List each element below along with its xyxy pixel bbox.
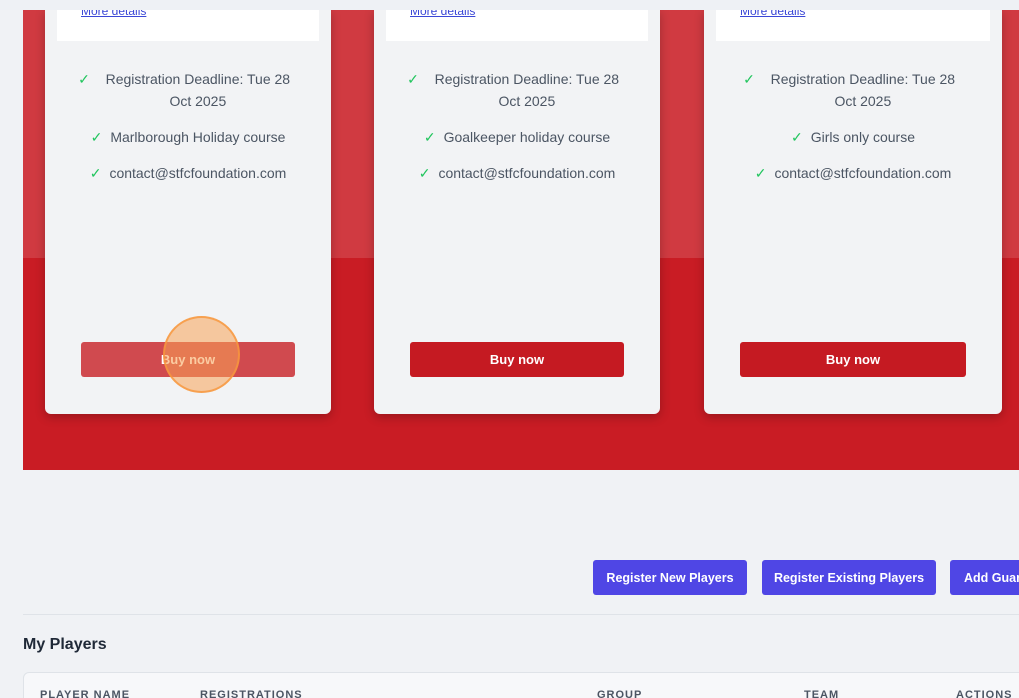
feature-deadline: ✓ Registration Deadline: Tue 28 Oct 2025 [45,68,331,112]
check-icon: ✓ [407,71,419,87]
deadline-text: Registration Deadline: Tue 28 Oct 2025 [434,71,620,109]
click-indicator [163,316,240,393]
description-text: Marlborough Holiday course [110,129,286,145]
check-icon: ✓ [743,71,755,87]
card-header: More details [386,10,648,41]
register-existing-players-button[interactable]: Register Existing Players [762,560,936,595]
feature-deadline: ✓ Registration Deadline: Tue 28 Oct 2025 [704,68,1002,112]
column-header-team[interactable]: TEAM [804,689,839,698]
column-header-player-name[interactable]: PLAYER NAME [40,689,130,698]
card-header: More details [716,10,990,41]
description-text: Girls only course [810,129,915,145]
register-new-players-button[interactable]: Register New Players [593,560,747,595]
page: More details ✓ Registration Deadline: Tu… [0,0,1019,698]
courses-hero: More details ✓ Registration Deadline: Tu… [23,10,1019,470]
check-icon: ✓ [418,165,431,181]
more-details-link[interactable]: More details [740,10,805,18]
my-players-title: My Players [23,636,107,653]
course-features: ✓ Registration Deadline: Tue 28 Oct 2025… [374,68,660,198]
check-icon: ✓ [90,129,103,145]
check-icon: ✓ [89,165,102,181]
feature-contact: ✓ contact@stfcfoundation.com [374,162,660,184]
check-icon: ✓ [754,165,767,181]
description-text: Goalkeeper holiday course [443,129,611,145]
feature-description: ✓ Goalkeeper holiday course [374,126,660,148]
contact-text: contact@stfcfoundation.com [109,165,287,181]
feature-contact: ✓ contact@stfcfoundation.com [45,162,331,184]
buy-now-button[interactable]: Buy now [740,342,966,377]
course-card: More details ✓ Registration Deadline: Tu… [704,10,1002,414]
feature-description: ✓ Marlborough Holiday course [45,126,331,148]
feature-description: ✓ Girls only course [704,126,1002,148]
section-divider [23,614,1019,615]
top-strip [0,0,1019,10]
deadline-text: Registration Deadline: Tue 28 Oct 2025 [770,71,956,109]
more-details-link[interactable]: More details [81,10,146,18]
course-features: ✓ Registration Deadline: Tue 28 Oct 2025… [704,68,1002,198]
column-header-group[interactable]: GROUP [597,689,642,698]
column-header-registrations[interactable]: REGISTRATIONS [200,689,303,698]
deadline-text: Registration Deadline: Tue 28 Oct 2025 [105,71,291,109]
course-card: More details ✓ Registration Deadline: Tu… [374,10,660,414]
feature-deadline: ✓ Registration Deadline: Tue 28 Oct 2025 [374,68,660,112]
check-icon: ✓ [423,129,436,145]
more-details-link[interactable]: More details [410,10,475,18]
players-table: PLAYER NAME REGISTRATIONS GROUP TEAM ACT… [23,672,1019,698]
contact-text: contact@stfcfoundation.com [438,165,616,181]
feature-contact: ✓ contact@stfcfoundation.com [704,162,1002,184]
buy-now-button[interactable]: Buy now [410,342,624,377]
contact-text: contact@stfcfoundation.com [774,165,952,181]
add-guardian-button[interactable]: Add Guar [950,560,1019,595]
card-header: More details [57,10,319,41]
check-icon: ✓ [78,71,90,87]
check-icon: ✓ [791,129,803,145]
column-header-actions[interactable]: ACTIONS [956,689,1013,698]
course-features: ✓ Registration Deadline: Tue 28 Oct 2025… [45,68,331,198]
